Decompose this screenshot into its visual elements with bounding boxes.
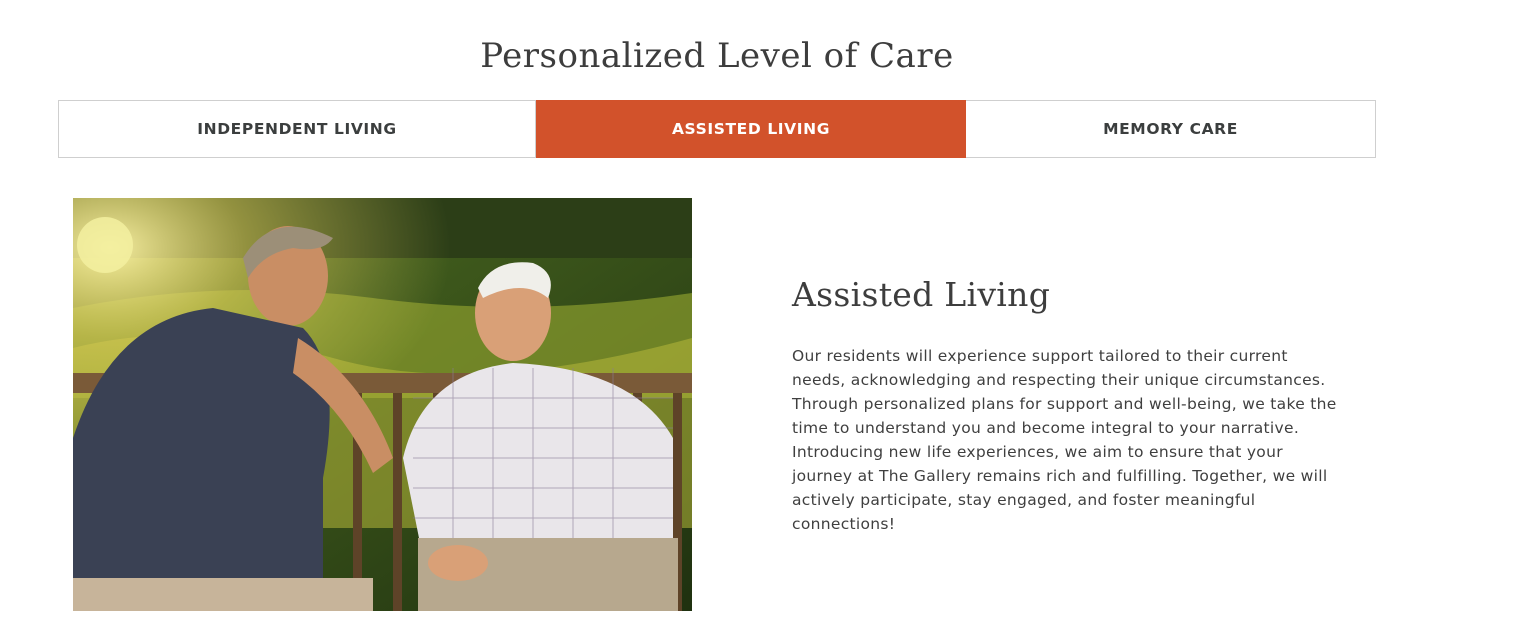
section-title: Personalized Level of Care xyxy=(480,36,954,76)
tab-independent-living[interactable]: INDEPENDENT LIVING xyxy=(58,100,536,158)
tab-memory-care[interactable]: MEMORY CARE xyxy=(966,100,1376,158)
residents-photo xyxy=(73,198,692,611)
panel-body: Our residents will experience support ta… xyxy=(792,347,1337,533)
panel-heading: Assisted Living xyxy=(792,275,1051,314)
care-level-tabs: INDEPENDENT LIVING ASSISTED LIVING MEMOR… xyxy=(58,100,1376,158)
residents-photo-illustration xyxy=(73,198,692,611)
care-description: Assisted Living Our residents will exper… xyxy=(792,275,1352,536)
tab-assisted-living[interactable]: ASSISTED LIVING xyxy=(536,100,966,158)
